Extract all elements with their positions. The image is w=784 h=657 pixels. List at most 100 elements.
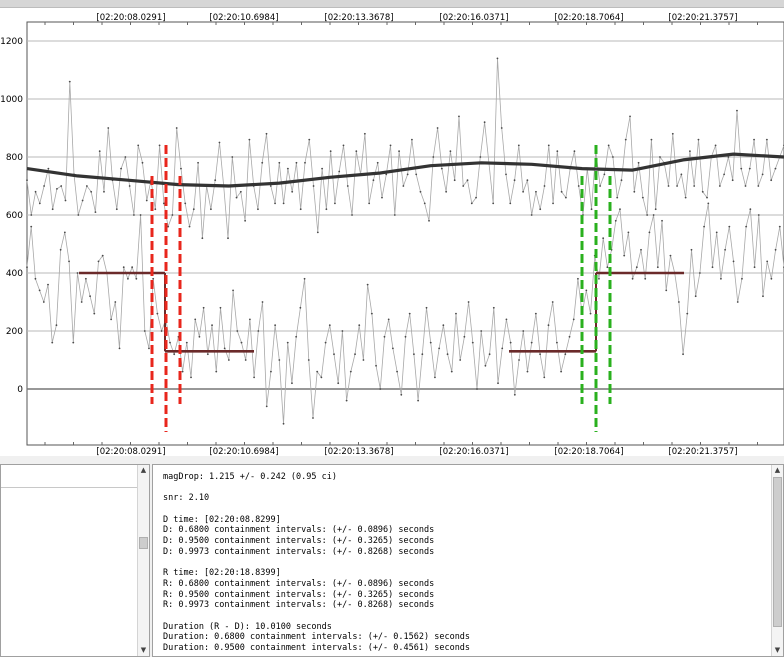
upper-data-point [261, 161, 264, 164]
target-data-point [589, 312, 592, 315]
target-data-point [211, 324, 213, 327]
upper-data-point [714, 144, 717, 147]
target-data-point [312, 417, 314, 419]
target-data-point [101, 254, 104, 257]
target-data-point [434, 376, 436, 379]
target-data-point [316, 370, 319, 373]
log-scroll-thumb[interactable] [773, 477, 782, 627]
scroll-down-icon[interactable]: ▼ [138, 645, 149, 656]
upper-data-point [171, 214, 174, 216]
target-data-point [148, 347, 150, 350]
top-time-label: [02:20:21.3757] [668, 13, 737, 23]
target-data-point [711, 266, 714, 269]
target-data-point [766, 260, 769, 263]
upper-data-point [329, 150, 332, 153]
target-data-point [572, 318, 575, 321]
log-scrollbar[interactable]: ▲ ▼ [771, 465, 783, 656]
log-scroll-up-icon[interactable]: ▲ [772, 465, 783, 476]
target-data-point [627, 231, 630, 234]
target-data-point [530, 341, 533, 344]
upper-data-point [693, 185, 696, 187]
target-data-point [131, 266, 134, 269]
target-data-point [417, 399, 420, 402]
target-data-point [623, 254, 626, 257]
target-data-point [122, 266, 125, 269]
target-data-point [455, 312, 457, 315]
upper-data-point [654, 208, 657, 211]
upper-data-point [184, 202, 187, 205]
target-data-point [741, 277, 743, 280]
light-curve-chart[interactable]: 0 200 400 600 800 1000 1200 [02:20:08.0291] [02:… [0, 8, 784, 456]
target-data-point [425, 306, 428, 309]
upper-data-point [282, 202, 285, 205]
target-data-point [26, 266, 28, 269]
upper-data-point [368, 202, 371, 205]
upper-data-point [496, 57, 499, 60]
target-data-point [450, 370, 453, 373]
upper-data-point [180, 167, 182, 170]
upper-data-point [85, 185, 88, 187]
upper-data-point [684, 196, 687, 199]
upper-data-point [167, 225, 170, 228]
upper-data-point [381, 196, 383, 199]
upper-data-point [620, 179, 623, 182]
upper-data-point [325, 208, 328, 211]
bottom-time-label: [02:20:16.0371] [439, 447, 508, 456]
upper-data-point [646, 214, 649, 216]
target-data-point [413, 353, 415, 356]
target-data-point [404, 335, 407, 338]
upper-data-point [543, 185, 546, 187]
target-data-point [324, 341, 327, 344]
target-data-point [274, 324, 277, 327]
target-data-point [223, 347, 226, 350]
upper-data-point [107, 127, 110, 129]
upper-data-point [757, 185, 760, 187]
upper-data-point [607, 144, 610, 147]
upper-data-point [158, 144, 161, 147]
target-data-point [522, 330, 525, 332]
target-data-point [295, 335, 298, 338]
upper-data-point [175, 127, 178, 129]
upper-data-point [244, 219, 247, 222]
target-data-point [127, 277, 129, 280]
target-data-point [669, 254, 672, 257]
upper-data-point [449, 150, 452, 153]
upper-data-point [51, 208, 54, 211]
upper-data-point [77, 214, 80, 216]
upper-data-point [453, 179, 456, 182]
upper-data-point [475, 196, 477, 199]
target-data-point [190, 376, 192, 379]
scroll-up-icon[interactable]: ▲ [138, 465, 149, 476]
target-data-point [194, 318, 197, 321]
upper-data-point [321, 167, 324, 170]
upper-data-point [363, 132, 366, 135]
upper-data-point [599, 185, 601, 187]
log-scroll-down-icon[interactable]: ▼ [772, 645, 783, 656]
upper-data-point [197, 161, 199, 164]
target-data-point [55, 324, 58, 327]
upper-data-point [436, 127, 439, 129]
target-data-point [47, 283, 49, 286]
upper-data-point [376, 161, 379, 164]
upper-data-point [218, 141, 221, 144]
left-scroll-thumb[interactable] [139, 537, 148, 549]
upper-data-point [423, 202, 426, 205]
target-data-point [568, 335, 571, 338]
upper-data-point [257, 208, 259, 211]
left-pane-scrollbar[interactable]: ▲ ▼ [137, 465, 149, 656]
upper-data-point [415, 173, 418, 176]
upper-data-point [312, 185, 315, 187]
light-curve-plot[interactable]: 0 200 400 600 800 1000 1200 [02:20:08.0291] [02:… [0, 8, 784, 456]
target-data-point [682, 353, 684, 356]
y-tick-label: 0 [17, 385, 23, 395]
upper-data-point [56, 188, 58, 190]
target-data-point [652, 214, 655, 216]
upper-data-point [637, 161, 640, 164]
target-data-point [261, 301, 264, 303]
upper-data-point [440, 167, 443, 170]
left-list-pane[interactable]: ▲ ▼ [0, 464, 150, 657]
target-data-point [564, 353, 567, 356]
results-log-pane[interactable]: magDrop: 1.215 +/- 0.242 (0.95 ci) snr: 2… [152, 464, 784, 657]
y-tick-label: 800 [6, 153, 23, 163]
